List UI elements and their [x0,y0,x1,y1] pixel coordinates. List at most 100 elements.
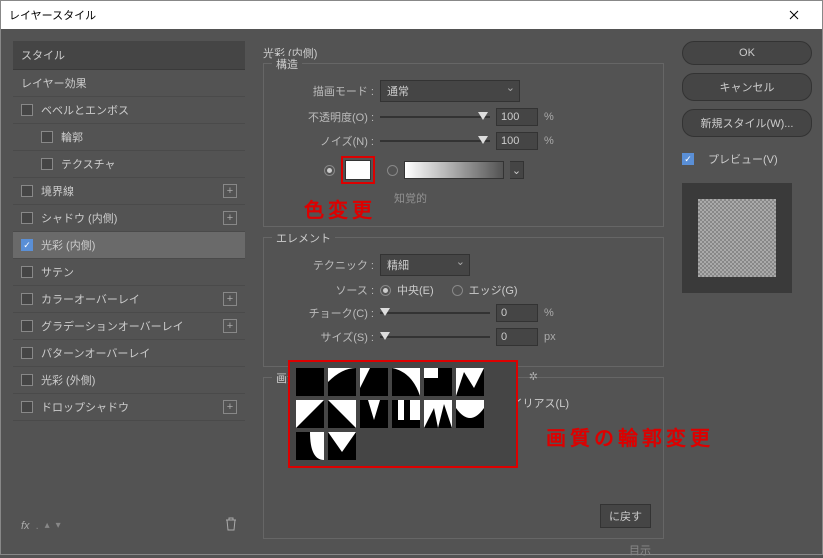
noise-unit: % [544,135,554,147]
style-checkbox[interactable] [21,401,33,413]
noise-input[interactable]: 100 [496,132,538,150]
choke-input[interactable]: 0 [496,304,538,322]
style-checkbox[interactable] [21,104,33,116]
preview-box [682,183,792,293]
contour-preset-0[interactable] [296,368,324,396]
contour-preset-6[interactable] [296,400,324,428]
style-label: パターンオーバーレイ [41,345,150,361]
contour-preset-5[interactable] [456,368,484,396]
contour-preset-12[interactable] [296,432,324,460]
style-label: 光彩 (外側) [41,372,95,388]
style-checkbox[interactable] [21,212,33,224]
style-row-0[interactable]: レイヤー効果 [13,70,245,97]
style-label: ベベルとエンボス [41,102,129,118]
style-label: 境界線 [41,183,74,199]
style-row-10[interactable]: パターンオーバーレイ [13,340,245,367]
noise-label: ノイズ(N) : [274,133,374,149]
contour-picker-popup: ✲ [288,360,518,468]
style-row-2[interactable]: 輪郭 [13,124,245,151]
style-row-6[interactable]: 光彩 (内側) [13,232,245,259]
move-up-icon[interactable]: ▴ [45,520,50,531]
source-label: ソース : [274,282,374,298]
elements-legend: エレメント [272,230,335,246]
gradient-swatch[interactable] [404,161,504,179]
choke-slider[interactable] [380,306,490,320]
style-row-3[interactable]: テクスチャ [13,151,245,178]
style-checkbox[interactable] [21,239,33,251]
window-title: レイヤースタイル [9,7,96,23]
source-edge-radio[interactable] [452,285,463,296]
method-hint: 知覚的 [394,190,427,206]
style-row-4[interactable]: 境界線 + [13,178,245,205]
style-row-12[interactable]: ドロップシャドウ + [13,394,245,421]
size-input[interactable]: 0 [496,328,538,346]
ok-button[interactable]: OK [682,41,812,65]
plus-icon[interactable]: + [223,211,237,225]
style-label: シャドウ (内側) [41,210,117,226]
opacity-input[interactable]: 100 [496,108,538,126]
style-checkbox[interactable] [21,320,33,332]
contour-preset-8[interactable] [360,400,388,428]
contour-preset-13[interactable] [328,432,356,460]
preview-checkbox[interactable] [682,153,694,165]
close-button[interactable] [774,1,814,29]
style-checkbox[interactable] [21,185,33,197]
size-label: サイズ(S) : [274,329,374,345]
style-row-9[interactable]: グラデーションオーバーレイ + [13,313,245,340]
effect-title: 光彩 (内側) [263,45,664,61]
style-row-5[interactable]: シャドウ (内側) + [13,205,245,232]
gradient-radio[interactable] [387,165,398,176]
blend-mode-select[interactable]: 通常 [380,80,520,102]
source-center-radio[interactable] [380,285,391,296]
color-swatch[interactable] [345,160,371,180]
contour-preset-10[interactable] [424,400,452,428]
blend-mode-label: 描画モード : [274,83,374,99]
plus-icon[interactable]: + [223,319,237,333]
style-label: テクスチャ [61,156,116,172]
size-slider[interactable] [380,330,490,344]
style-checkbox[interactable] [21,347,33,359]
style-checkbox[interactable] [21,266,33,278]
style-label: グラデーションオーバーレイ [41,318,184,334]
style-checkbox[interactable] [21,293,33,305]
style-label: カラーオーバーレイ [41,291,140,307]
plus-icon[interactable]: + [223,184,237,198]
reset-default-button[interactable]: に戻す [600,504,651,528]
style-label: 輪郭 [61,129,83,145]
noise-slider[interactable] [380,134,490,148]
footer-hint: 目示 [629,542,651,558]
contour-preset-1[interactable] [328,368,356,396]
source-center-label: 中央(E) [397,282,434,298]
style-row-1[interactable]: ベベルとエンボス [13,97,245,124]
gear-icon[interactable]: ✲ [529,370,538,383]
opacity-slider[interactable] [380,110,490,124]
cancel-button[interactable]: キャンセル [682,73,812,101]
layer-style-dialog: レイヤースタイル スタイル レイヤー効果ベベルとエンボス輪郭テクスチャ境界線+シ… [0,0,823,555]
contour-preset-9[interactable] [392,400,420,428]
style-checkbox[interactable] [41,158,53,170]
fx-label[interactable]: fx [21,520,30,532]
plus-icon[interactable]: + [223,292,237,306]
style-checkbox[interactable] [41,131,53,143]
gradient-dd-icon[interactable]: ⌄ [510,161,524,179]
contour-preset-7[interactable] [328,400,356,428]
technique-select[interactable]: 精細 [380,254,470,276]
new-style-button[interactable]: 新規スタイル(W)... [682,109,812,137]
contour-preset-2[interactable] [360,368,388,396]
style-row-11[interactable]: 光彩 (外側) [13,367,245,394]
plus-icon[interactable]: + [223,400,237,414]
trash-icon[interactable] [225,517,237,534]
move-down-icon[interactable]: ▾ [56,520,61,531]
contour-preset-11[interactable] [456,400,484,428]
contour-preset-3[interactable] [392,368,420,396]
styles-footer: fx. ▴ ▾ [13,509,245,542]
style-row-8[interactable]: カラーオーバーレイ + [13,286,245,313]
style-checkbox[interactable] [21,374,33,386]
color-radio[interactable] [324,165,335,176]
style-label: ドロップシャドウ [41,399,129,415]
styles-list-panel: スタイル レイヤー効果ベベルとエンボス輪郭テクスチャ境界線+シャドウ (内側)+… [13,41,245,542]
style-label: レイヤー効果 [21,75,87,91]
style-row-7[interactable]: サテン [13,259,245,286]
contour-preset-4[interactable] [424,368,452,396]
structure-fieldset: 構造 描画モード : 通常 不透明度(O) : 100 % ノイズ(N) : 1… [263,63,664,227]
